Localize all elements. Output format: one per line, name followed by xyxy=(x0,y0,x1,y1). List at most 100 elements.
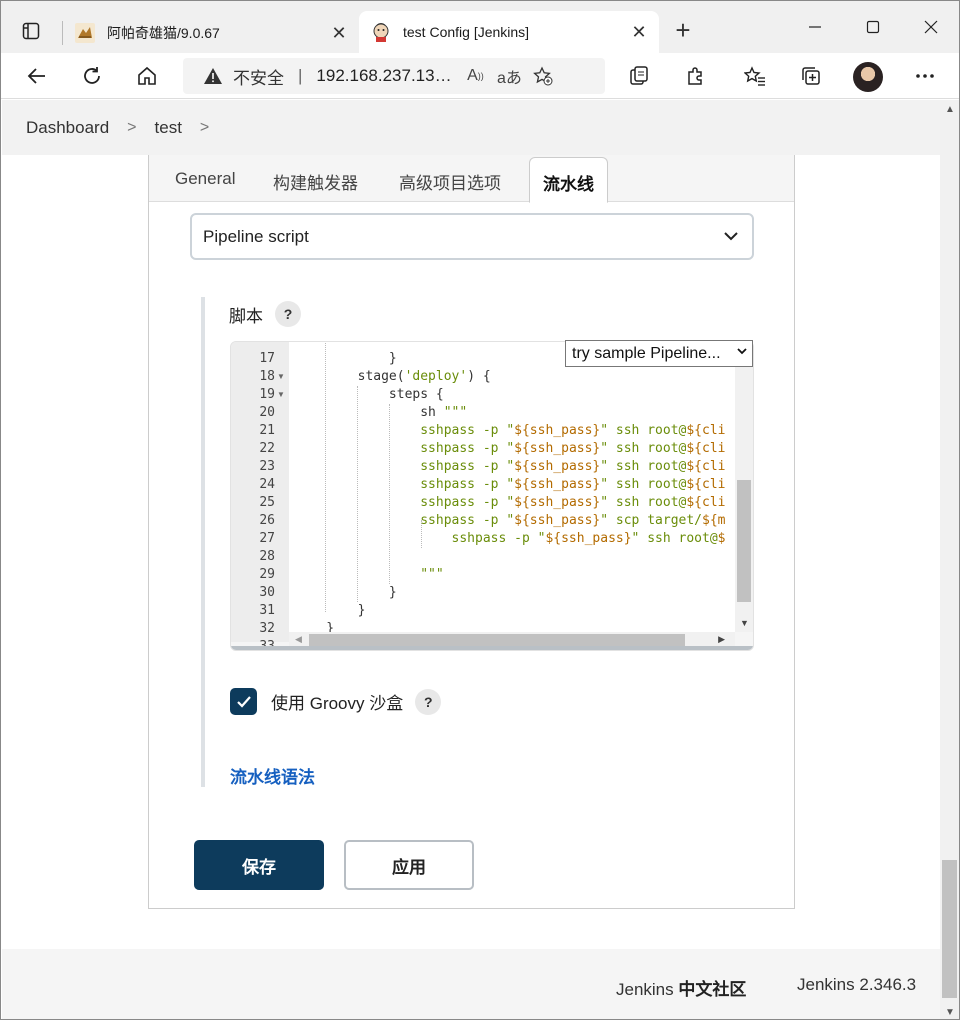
chevron-right-icon[interactable]: > xyxy=(200,119,209,137)
jenkins-favicon-icon xyxy=(371,22,391,42)
code-token: sshpass -p " xyxy=(295,477,515,492)
help-icon[interactable]: ? xyxy=(275,301,301,327)
back-icon[interactable] xyxy=(21,60,53,92)
code-line[interactable]: } xyxy=(295,584,397,602)
line-number: 31 xyxy=(259,603,275,618)
favorites-icon[interactable] xyxy=(739,60,771,92)
code-line[interactable]: sshpass -p "${ssh_pass}" ssh root@$ xyxy=(295,530,726,548)
page-scrollbar[interactable]: ▲ ▼ xyxy=(940,100,959,1019)
browser-tab-tomcat[interactable]: 阿帕奇雄猫/9.0.67 ✕ xyxy=(63,13,359,53)
footer-version[interactable]: Jenkins 2.346.3 xyxy=(797,975,916,995)
code-token: sshpass -p " xyxy=(295,513,515,528)
close-icon[interactable]: ✕ xyxy=(327,21,351,45)
code-line[interactable]: steps { xyxy=(295,386,444,404)
fold-arrow-icon[interactable]: ▼ xyxy=(277,386,285,404)
tab-title: 阿帕奇雄猫/9.0.67 xyxy=(107,25,220,41)
breadcrumb-dashboard[interactable]: Dashboard xyxy=(26,118,109,138)
url-text[interactable]: 192.168.237.134:... xyxy=(316,66,458,86)
editor-vertical-scrollbar[interactable]: ▼ xyxy=(735,342,753,632)
footer-community-link[interactable]: Jenkins 中文社区 xyxy=(616,975,746,1000)
apply-button[interactable]: 应用 xyxy=(344,840,474,890)
save-button[interactable]: 保存 xyxy=(194,840,324,890)
code-line[interactable]: stage('deploy') { xyxy=(295,368,491,386)
scrollbar-thumb[interactable] xyxy=(942,860,957,998)
scroll-down-icon[interactable]: ▼ xyxy=(945,1007,955,1018)
code-line[interactable]: } xyxy=(295,350,397,368)
groovy-sandbox-label: 使用 Groovy 沙盒 xyxy=(271,694,404,713)
tab-advanced-options[interactable]: 高级项目选项 xyxy=(399,169,501,194)
chevron-down-icon xyxy=(736,345,748,360)
extensions-icon[interactable] xyxy=(679,60,711,92)
refresh-icon[interactable] xyxy=(76,60,108,92)
code-line[interactable]: sshpass -p "${ssh_pass}" ssh root@${cli xyxy=(295,476,725,494)
tab-actions-icon[interactable] xyxy=(15,15,47,47)
scroll-right-icon[interactable]: ▶ xyxy=(718,634,725,645)
code-line[interactable]: } xyxy=(295,602,366,620)
code-token: " scp target/ xyxy=(600,513,702,528)
add-favorite-icon[interactable] xyxy=(526,62,560,90)
code-line[interactable]: sshpass -p "${ssh_pass}" ssh root@${cli xyxy=(295,440,725,458)
scroll-down-icon[interactable]: ▼ xyxy=(740,618,749,628)
more-menu-icon[interactable] xyxy=(909,60,941,92)
line-number: 23 xyxy=(259,459,275,474)
fold-arrow-icon[interactable]: ▼ xyxy=(277,368,285,386)
code-line[interactable]: } xyxy=(295,620,334,632)
script-label: 脚本 ? xyxy=(229,301,301,327)
collections-icon[interactable] xyxy=(795,60,827,92)
line-number: 28 xyxy=(259,549,275,564)
tab-build-triggers[interactable]: 构建触发器 xyxy=(273,169,358,194)
script-editor[interactable]: 17 18 ▼ 19 ▼ 20 21 22 23 24 25 26 27 28 29 30 31 32 33 } s… xyxy=(230,341,754,651)
groovy-sandbox-option: 使用 Groovy 沙盒 ? xyxy=(230,688,442,715)
split-screen-icon[interactable] xyxy=(623,60,655,92)
minimize-icon[interactable] xyxy=(795,11,835,43)
maximize-icon[interactable] xyxy=(853,11,893,43)
scrollbar-thumb[interactable] xyxy=(309,634,685,646)
code-token: ${cli xyxy=(686,441,726,456)
scroll-left-icon[interactable]: ◀ xyxy=(295,634,302,645)
scroll-up-icon[interactable]: ▲ xyxy=(945,104,955,115)
footer-community-bold: 中文社区 xyxy=(678,980,747,999)
code-token: sshpass -p " xyxy=(295,531,546,546)
code-line[interactable]: """ xyxy=(295,566,443,584)
breadcrumb-test[interactable]: test xyxy=(155,118,182,138)
code-token: $ xyxy=(717,531,726,546)
new-tab-button[interactable]: + xyxy=(669,17,697,45)
code-token: } xyxy=(295,585,397,600)
help-icon[interactable]: ? xyxy=(415,688,442,715)
browser-tab-jenkins[interactable]: test Config [Jenkins] ✕ xyxy=(359,11,659,53)
read-aloud-icon[interactable]: A)) xyxy=(458,62,492,90)
close-window-icon[interactable] xyxy=(911,11,951,43)
code-line[interactable]: sshpass -p "${ssh_pass}" ssh root@${cli xyxy=(295,494,725,512)
code-line[interactable]: sshpass -p "${ssh_pass}" scp target/${m xyxy=(295,512,725,530)
scrollbar-thumb[interactable] xyxy=(737,480,751,602)
code-token: ${ssh_pass} xyxy=(514,495,601,510)
tab-pipeline[interactable]: 流水线 xyxy=(529,157,608,203)
code-line[interactable]: sh """ xyxy=(295,404,467,422)
pipeline-syntax-link[interactable]: 流水线语法 xyxy=(230,763,315,788)
code-token: stage( xyxy=(295,369,405,384)
code-token: sh xyxy=(295,405,444,420)
code-token: sshpass -p " xyxy=(295,495,515,510)
groovy-sandbox-checkbox[interactable] xyxy=(230,688,257,715)
code-token: ${ssh_pass} xyxy=(545,531,632,546)
code-line[interactable]: sshpass -p "${ssh_pass}" ssh root@${cli xyxy=(295,422,725,440)
tab-general[interactable]: General xyxy=(175,169,235,189)
code-token: } xyxy=(295,351,397,366)
close-icon[interactable]: ✕ xyxy=(627,20,651,44)
chevron-right-icon: > xyxy=(127,118,137,136)
home-icon[interactable] xyxy=(131,60,163,92)
definition-select[interactable]: Pipeline script xyxy=(190,213,754,260)
translate-icon[interactable]: aあ xyxy=(492,62,526,90)
address-bar[interactable]: 不安全 | 192.168.237.134:... A)) aあ xyxy=(183,58,605,94)
line-number: 27 xyxy=(259,531,275,546)
footer-community-prefix: Jenkins xyxy=(616,980,679,999)
code-token: sshpass -p " xyxy=(295,441,515,456)
script-label-text: 脚本 xyxy=(229,306,263,326)
sample-pipeline-select[interactable]: try sample Pipeline... xyxy=(565,340,753,367)
editor-resize-bar[interactable] xyxy=(231,646,753,650)
code-token: " ssh root@ xyxy=(600,423,687,438)
security-label[interactable]: 不安全 xyxy=(233,64,284,89)
profile-avatar[interactable] xyxy=(853,62,883,92)
code-area[interactable]: } stage('deploy') { steps { sh """ sshpa… xyxy=(289,342,735,632)
code-line[interactable]: sshpass -p "${ssh_pass}" ssh root@${cli xyxy=(295,458,725,476)
